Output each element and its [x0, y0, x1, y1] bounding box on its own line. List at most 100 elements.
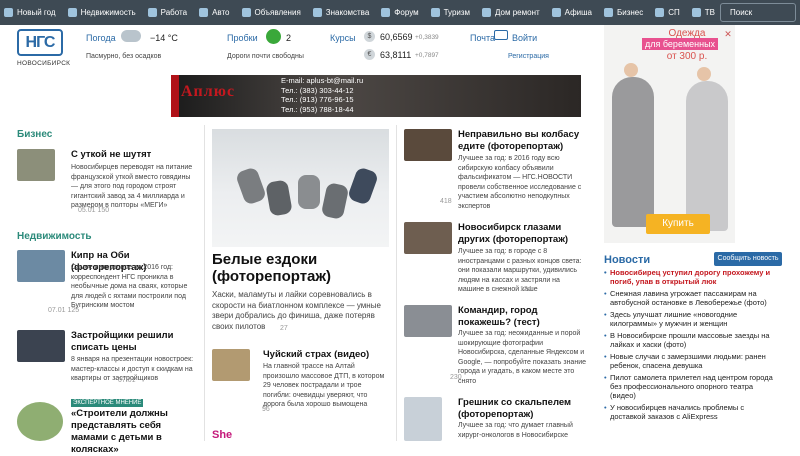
- featured-title[interactable]: Белые ездоки (фоторепортаж): [212, 251, 392, 285]
- nav-label: Бизнес: [617, 8, 644, 17]
- section-business[interactable]: Бизнес: [17, 129, 52, 140]
- news-item[interactable]: • Новосибирец уступил дорогу прохожему и …: [604, 268, 780, 286]
- section-she[interactable]: She: [212, 429, 232, 441]
- nav-item-auto[interactable]: Авто: [199, 8, 230, 17]
- article-title[interactable]: Чуйский страх (видео): [263, 349, 389, 361]
- article-title[interactable]: Новосибирск глазами других (фоторепортаж…: [458, 222, 583, 246]
- article-text: Самое интересное за 2016 год: корреспонд…: [71, 264, 188, 309]
- traffic-score: 2: [286, 33, 292, 43]
- usd-delta: +0,3839: [415, 34, 439, 41]
- article-title[interactable]: С уткой не шутят: [71, 149, 191, 161]
- nav-label: Работа: [160, 8, 188, 17]
- chart-icon: [604, 8, 613, 17]
- report-news-button[interactable]: Сообщить новость: [714, 252, 782, 266]
- nav-item-work[interactable]: Работа: [147, 8, 188, 17]
- article-title[interactable]: «Строители должны представлять себя мама…: [71, 408, 199, 456]
- news-list: • Новосибирец уступил дорогу прохожему и …: [604, 268, 780, 424]
- nav-item-tv[interactable]: ТВ: [691, 8, 716, 17]
- column-divider: [204, 125, 205, 441]
- weather-label[interactable]: Погода: [86, 33, 116, 43]
- news-item[interactable]: • У новосибирцев начались проблемы с дост…: [604, 403, 780, 421]
- article-title[interactable]: Неправильно вы колбасу едите (фоторепорт…: [458, 129, 583, 153]
- ad-line3: от 300 р.: [666, 51, 708, 62]
- nav-item-business[interactable]: Бизнес: [604, 8, 643, 17]
- nav-item-new-year[interactable]: Новый год: [4, 8, 56, 17]
- heart-icon: [312, 8, 322, 17]
- dog-shape: [320, 182, 350, 220]
- presentation-thumbnail[interactable]: [17, 330, 65, 362]
- article-title[interactable]: Командир, город покажешь? (тест): [458, 305, 583, 329]
- site-logo[interactable]: НГС: [17, 29, 63, 56]
- nav-label: ТВ: [704, 8, 716, 17]
- accident-thumbnail[interactable]: [212, 349, 250, 381]
- eur-delta: +0,7897: [415, 52, 439, 59]
- featured-text: Хаски, маламуты и лайки соревновались в …: [212, 290, 381, 331]
- article-meta: 418: [440, 198, 452, 205]
- top-ad-banner[interactable]: Аплюс E-mail: aplus-bt@mail.ru Тел.: (38…: [171, 75, 581, 117]
- nav-item-sp[interactable]: СП: [655, 8, 680, 17]
- article-title[interactable]: Застройщики решили списать цены: [71, 330, 196, 354]
- surgeon-thumbnail[interactable]: [404, 397, 442, 441]
- chat-icon: [381, 8, 391, 17]
- article-meta: 07.01 125: [48, 307, 80, 314]
- news-title[interactable]: Новости: [604, 254, 650, 266]
- news-item[interactable]: • Новые случаи с замерзшими людьми: ранен…: [604, 352, 780, 370]
- expert-avatar[interactable]: [17, 402, 63, 441]
- traffic-label[interactable]: Пробки: [227, 33, 258, 43]
- nav-label: Новый год: [17, 8, 56, 17]
- sled-dogs-photo[interactable]: [212, 129, 389, 247]
- city-test-thumbnail[interactable]: [404, 305, 452, 337]
- sausage-thumbnail[interactable]: [404, 129, 452, 161]
- article-text: Лучшее за год: неожиданные и порой шокир…: [458, 330, 586, 385]
- article-meta: 96: [262, 406, 270, 413]
- section-realty[interactable]: Недвижимость: [17, 231, 92, 242]
- banner-line: Тел.: (953) 788-18-44: [281, 104, 354, 114]
- nav-label: Объявления: [254, 8, 301, 17]
- register-link[interactable]: Регистрация: [508, 53, 549, 60]
- search-button[interactable]: Поиск: [720, 3, 796, 22]
- close-icon[interactable]: ✕: [723, 29, 733, 39]
- news-text: Новые случаи с замерзшими людьми: ранен …: [610, 352, 766, 370]
- sofa-icon: [482, 8, 492, 17]
- foreigners-thumbnail[interactable]: [404, 222, 452, 254]
- nav-item-home[interactable]: Дом ремонт: [482, 8, 540, 17]
- news-text: У новосибирцев начались проблемы с доста…: [610, 403, 745, 421]
- news-item[interactable]: • Здесь улучшат лишние «новогодние килогр…: [604, 310, 780, 328]
- plane-icon: [430, 8, 440, 17]
- logo-city: НОВОСИБИРСК: [17, 60, 71, 67]
- model-figure: [612, 77, 654, 227]
- nav-item-forum[interactable]: Форум: [381, 8, 419, 17]
- maternity-clothes-ad[interactable]: Одежда для беременных от 300 р. ✕ Купить: [604, 25, 735, 243]
- traffic-indicator-icon: [266, 29, 281, 44]
- nav-item-dating[interactable]: Знакомства: [312, 8, 369, 17]
- duck-thumbnail[interactable]: [17, 149, 55, 181]
- article-text: Новосибирцев переводят на питание францу…: [71, 164, 193, 209]
- nav-item-afisha[interactable]: Афиша: [551, 8, 592, 17]
- megaphone-icon: [241, 8, 251, 17]
- mail-icon: [494, 30, 508, 40]
- news-item[interactable]: • Пилот самолета прилетел над центром гор…: [604, 373, 780, 400]
- cart-icon: [655, 8, 665, 17]
- briefcase-icon: [147, 8, 157, 17]
- nav-item-realty[interactable]: Недвижимость: [67, 8, 136, 17]
- usd-rate: 60,6569: [380, 32, 413, 42]
- article-title[interactable]: Грешник со скальпелем (фоторепортаж): [458, 397, 583, 421]
- banner-contacts: E-mail: aplus-bt@mail.ru Тел.: (383) 303…: [281, 76, 363, 114]
- buy-button[interactable]: Купить: [646, 214, 710, 234]
- news-item[interactable]: • В Новосибирске прошли массовые заезды н…: [604, 331, 780, 349]
- nav-item-ads[interactable]: Объявления: [241, 8, 301, 17]
- news-item[interactable]: • Снежная лавина угрожает пассажирам на а…: [604, 289, 780, 307]
- search-label: Поиск: [730, 8, 753, 17]
- mail-label[interactable]: Почта: [470, 33, 495, 43]
- login-link[interactable]: Войти: [512, 33, 537, 43]
- rates-label[interactable]: Курсы: [330, 33, 356, 43]
- column-divider: [396, 125, 397, 441]
- houses-thumbnail[interactable]: [17, 250, 65, 282]
- nav-item-tourism[interactable]: Туризм: [430, 8, 470, 17]
- snowflake-icon: [4, 8, 13, 17]
- article-text: Лучшее за год: что думает главный хирург…: [458, 422, 573, 439]
- house-icon: [67, 8, 77, 17]
- news-text: Снежная лавина угрожает пассажирам на ав…: [610, 289, 767, 307]
- model-head: [624, 63, 638, 77]
- traffic-desc: Дороги почти свободны: [227, 53, 304, 60]
